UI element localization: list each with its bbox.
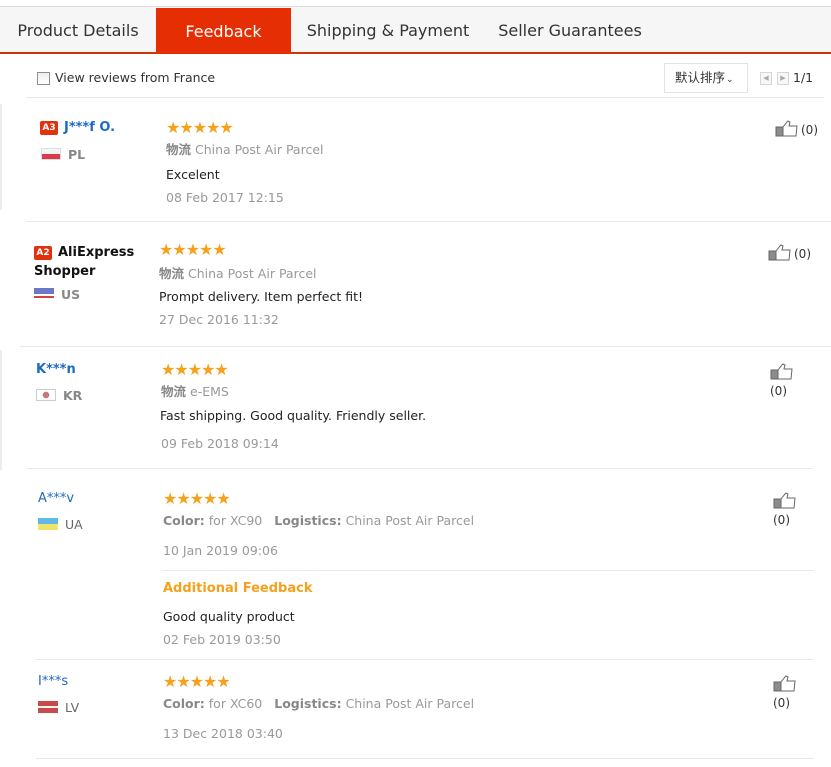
logistics-label: 物流 bbox=[159, 266, 185, 281]
flag-lv-icon bbox=[38, 701, 58, 713]
review-item: A3 J***f O. PL ★★★★★ 物流 China Post Air Pa… bbox=[26, 98, 831, 222]
reviewer-name[interactable]: A2 AliExpress Shopper bbox=[34, 243, 144, 281]
star-rating: ★★★★★ bbox=[163, 489, 231, 508]
flag-kr-icon bbox=[36, 389, 56, 401]
reviewer-name-text-line2: Shopper bbox=[34, 264, 96, 279]
logistics-value: China Post Air Parcel bbox=[195, 142, 324, 157]
helpful-count: (0) bbox=[773, 696, 790, 710]
reviewer-name[interactable]: I***s bbox=[38, 674, 68, 690]
sort-label: 默认排序 bbox=[675, 70, 726, 85]
helpful-count: (0) bbox=[773, 513, 790, 527]
tab-feedback[interactable]: Feedback bbox=[156, 8, 291, 54]
country-code: KR bbox=[63, 388, 83, 403]
star-rating: ★★★★★ bbox=[161, 360, 229, 379]
flag-ua-icon bbox=[38, 518, 58, 530]
reviewer-country: PL bbox=[41, 147, 85, 163]
reviewer-country: LV bbox=[38, 700, 79, 716]
review-date: 09 Feb 2018 09:14 bbox=[161, 436, 279, 451]
helpful-button[interactable]: (0) bbox=[768, 244, 811, 263]
sort-dropdown[interactable]: 默认排序⌄ bbox=[664, 63, 748, 93]
next-page-button[interactable]: ▶ bbox=[777, 72, 789, 85]
filter-bar: View reviews from France 默认排序⌄ ◀ ▶ 1/1 bbox=[26, 60, 824, 98]
helpful-button[interactable]: (0) bbox=[770, 363, 812, 400]
star-rating: ★★★★★ bbox=[166, 118, 234, 137]
chevron-down-icon: ⌄ bbox=[726, 75, 734, 85]
helpful-count: (0) bbox=[801, 123, 818, 137]
country-code: PL bbox=[68, 147, 86, 162]
review-date: 08 Feb 2017 12:15 bbox=[166, 190, 284, 205]
country-code: US bbox=[61, 287, 81, 302]
thumbs-up-icon bbox=[768, 244, 791, 261]
thumbs-up-icon bbox=[773, 492, 796, 509]
prev-page-button[interactable]: ◀ bbox=[760, 72, 772, 85]
thumbs-up-icon bbox=[773, 675, 796, 692]
sku-logistics-info: Color: for XC60 Logistics: China Post Air… bbox=[163, 696, 474, 712]
color-value: for XC90 bbox=[208, 513, 263, 528]
sku-logistics-info: Color: for XC90 Logistics: China Post Air… bbox=[163, 513, 474, 529]
country-code: UA bbox=[65, 517, 83, 532]
buyer-level-badge: A2 bbox=[34, 246, 52, 260]
review-item: I***s LV ★★★★★ Color: for XC60 Logistics:… bbox=[36, 660, 814, 759]
logistics-value: China Post Air Parcel bbox=[345, 513, 475, 528]
helpful-count: (0) bbox=[794, 247, 811, 261]
logistics-value: e-EMS bbox=[190, 384, 229, 399]
reviewer-name-text: J***f O. bbox=[64, 120, 116, 135]
additional-feedback-title: Additional Feedback bbox=[163, 581, 313, 596]
logistics-label: 物流 bbox=[161, 384, 187, 399]
flag-us-icon bbox=[34, 288, 54, 300]
reviewer-name[interactable]: A3 J***f O. bbox=[40, 120, 115, 136]
tab-seller-guarantees[interactable]: Seller Guarantees bbox=[490, 7, 650, 53]
left-edge-strip bbox=[0, 350, 2, 470]
france-reviews-label[interactable]: View reviews from France bbox=[55, 70, 215, 85]
review-item: A***v UA ★★★★★ Color: for XC90 Logistics:… bbox=[36, 469, 814, 660]
page-indicator: 1/1 bbox=[793, 70, 814, 85]
reviewer-country: KR bbox=[36, 388, 82, 404]
review-item: A2 AliExpress Shopper US ★★★★★ 物流 China Po… bbox=[20, 222, 831, 347]
france-reviews-checkbox[interactable] bbox=[37, 72, 50, 85]
reviewer-name[interactable]: A***v bbox=[38, 491, 74, 507]
color-label: Color: bbox=[163, 513, 205, 528]
reviewer-country: UA bbox=[38, 517, 83, 533]
review-content: Prompt delivery. Item perfect fit! bbox=[159, 289, 363, 304]
additional-feedback-divider bbox=[162, 570, 814, 571]
logistics-info: 物流 China Post Air Parcel bbox=[166, 142, 323, 158]
review-date: 27 Dec 2016 11:32 bbox=[159, 312, 279, 327]
left-edge-strip bbox=[0, 104, 2, 210]
helpful-button[interactable]: (0) bbox=[773, 675, 814, 712]
logistics-label: Logistics: bbox=[274, 513, 342, 528]
review-date: 13 Dec 2018 03:40 bbox=[163, 726, 283, 741]
helpful-button[interactable]: (0) bbox=[775, 120, 818, 139]
tab-product-details[interactable]: Product Details bbox=[10, 7, 146, 53]
star-rating: ★★★★★ bbox=[159, 240, 227, 259]
buyer-level-badge: A3 bbox=[40, 121, 58, 135]
review-date: 10 Jan 2019 09:06 bbox=[163, 543, 278, 558]
reviewer-name-text: AliExpress bbox=[58, 245, 135, 260]
logistics-value: China Post Air Parcel bbox=[345, 696, 475, 711]
logistics-label: Logistics: bbox=[274, 696, 342, 711]
logistics-info: 物流 China Post Air Parcel bbox=[159, 266, 316, 282]
tab-shipping-payment[interactable]: Shipping & Payment bbox=[300, 7, 476, 53]
logistics-info: 物流 e-EMS bbox=[161, 384, 229, 400]
flag-pl-icon bbox=[41, 148, 61, 160]
helpful-button[interactable]: (0) bbox=[773, 492, 814, 529]
reviewer-name[interactable]: K***n bbox=[36, 362, 76, 378]
thumbs-up-icon bbox=[775, 120, 798, 137]
additional-feedback-date: 02 Feb 2019 03:50 bbox=[163, 632, 281, 647]
review-content: Fast shipping. Good quality. Friendly se… bbox=[160, 408, 427, 423]
helpful-count: (0) bbox=[770, 384, 787, 398]
star-rating: ★★★★★ bbox=[163, 672, 231, 691]
logistics-value: China Post Air Parcel bbox=[188, 266, 317, 281]
logistics-label: 物流 bbox=[166, 142, 192, 157]
review-content: Excelent bbox=[166, 167, 220, 182]
color-value: for XC60 bbox=[208, 696, 263, 711]
additional-feedback-content: Good quality product bbox=[163, 609, 295, 624]
review-item: K***n KR ★★★★★ 物流 e-EMS Fast shipping. G… bbox=[26, 347, 812, 469]
color-label: Color: bbox=[163, 696, 205, 711]
thumbs-up-icon bbox=[770, 363, 793, 380]
reviewer-country: US bbox=[34, 287, 80, 303]
tab-bar: Product Details Feedback Shipping & Paym… bbox=[0, 6, 831, 54]
country-code: LV bbox=[65, 700, 80, 715]
